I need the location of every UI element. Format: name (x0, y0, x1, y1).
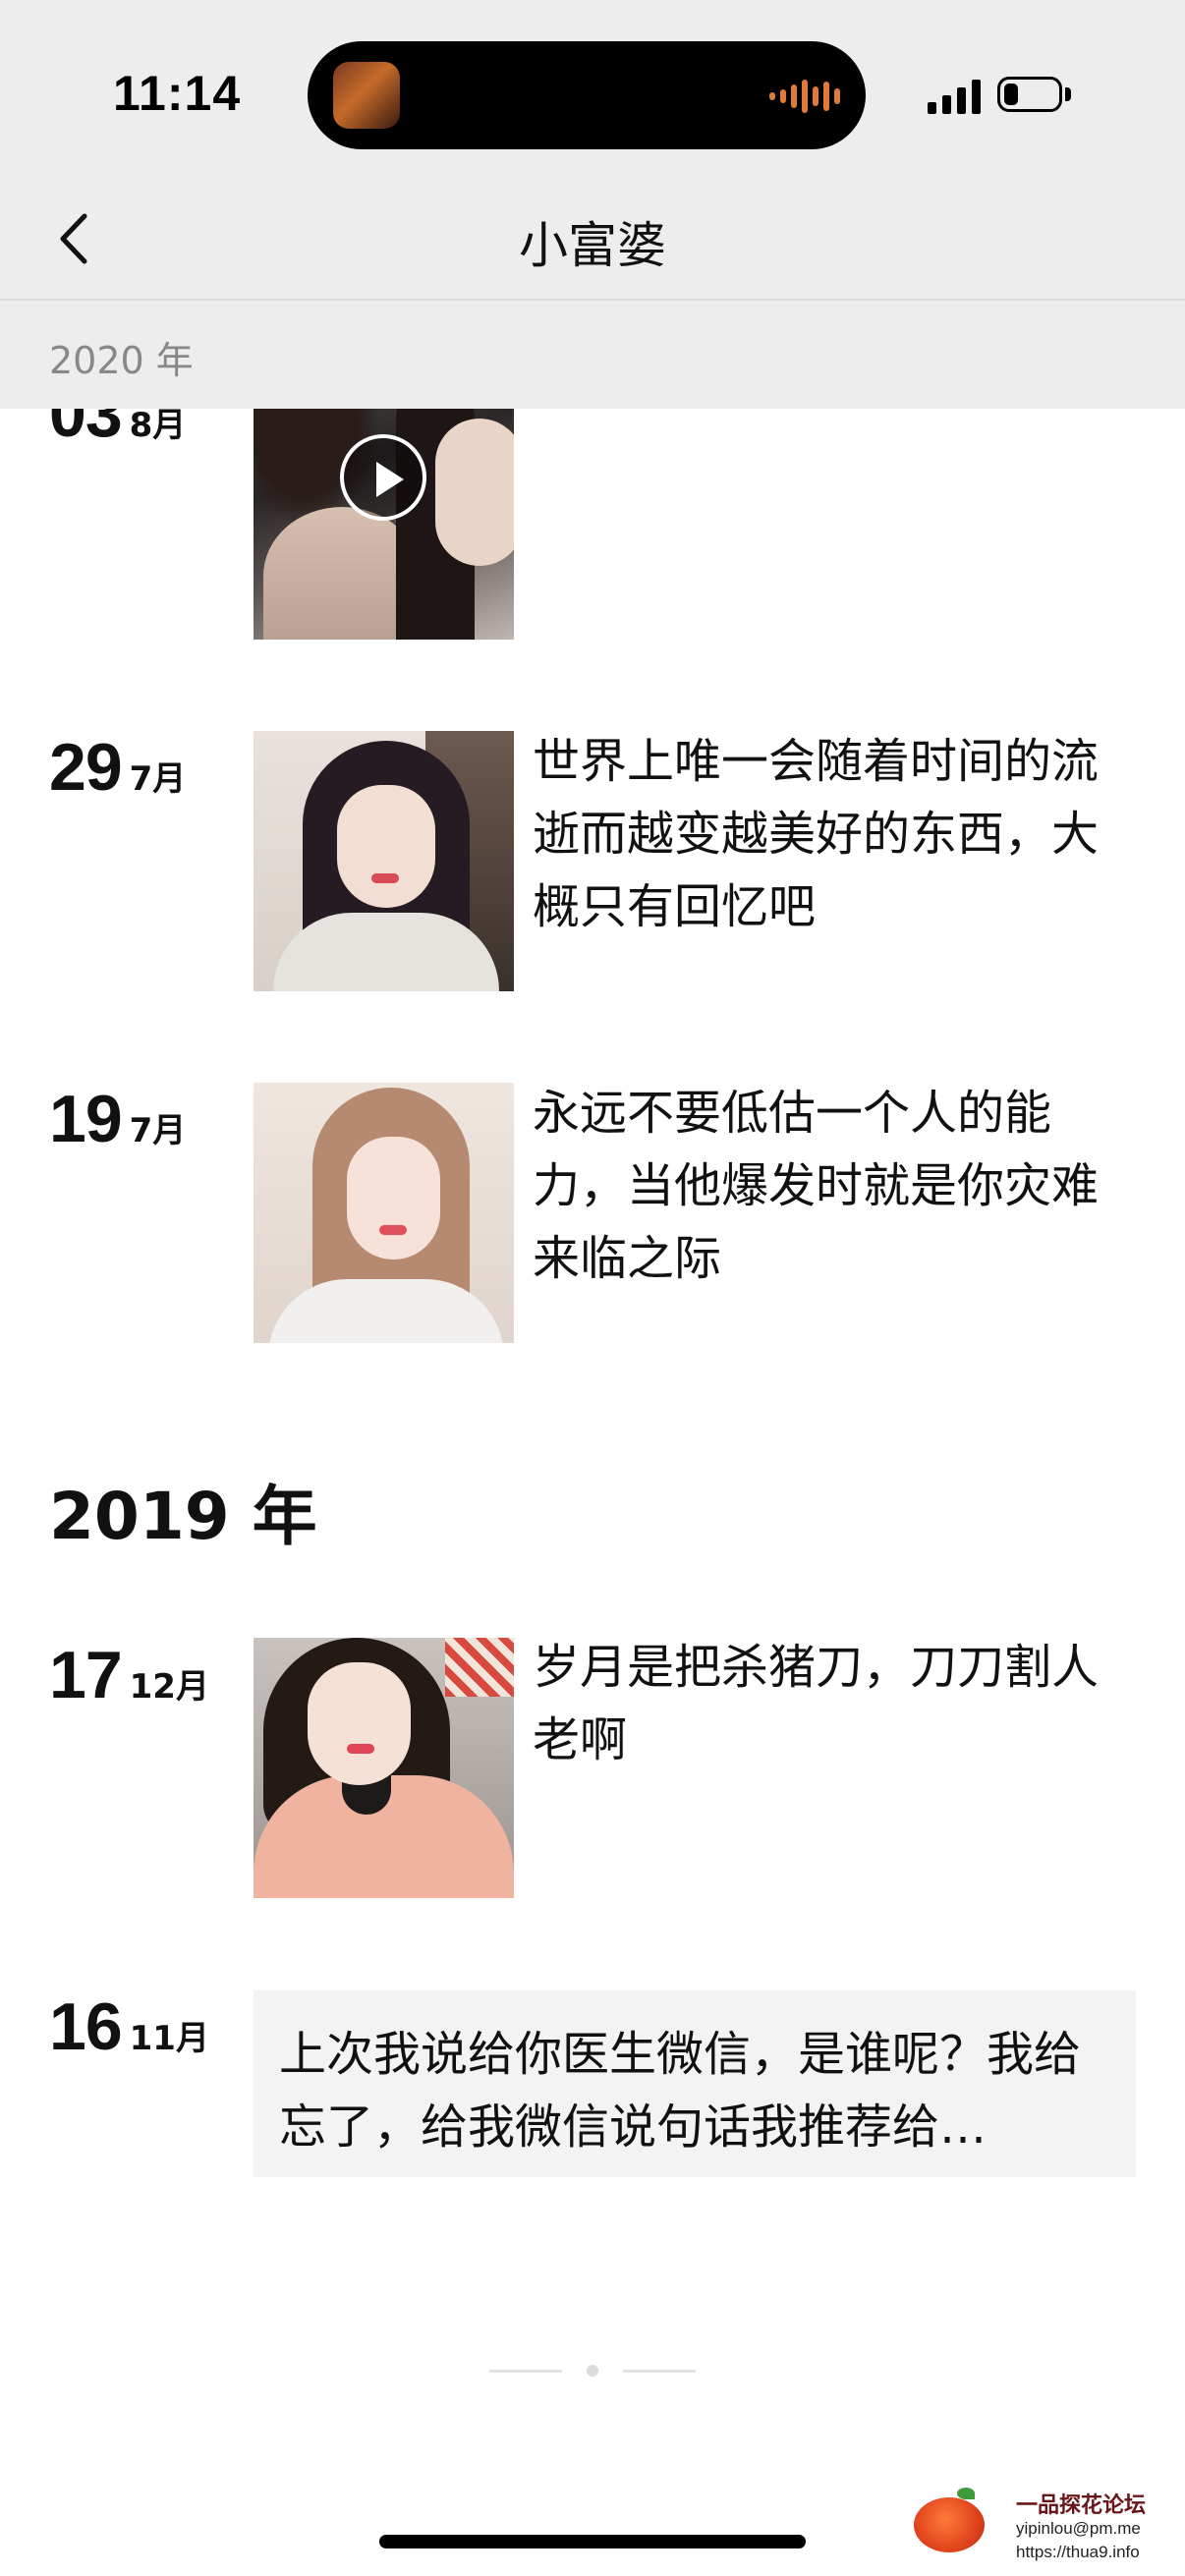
watermark-title: 一品探花论坛 (1016, 2493, 1147, 2518)
photo-detail (435, 419, 514, 566)
post-text[interactable]: 岁月是把杀猪刀，刀刀割人老啊 (533, 1631, 1102, 1776)
post-date: 29 7月 (49, 729, 186, 806)
divider (623, 2370, 696, 2373)
navigation-bar: 小富婆 (0, 177, 1185, 301)
photo-detail (308, 1662, 411, 1785)
post-photo[interactable] (254, 1638, 514, 1898)
photo-detail (445, 1638, 514, 1697)
now-playing-artwork (333, 62, 400, 129)
post-month: 7月 (129, 1111, 187, 1150)
status-time: 11:14 (113, 66, 242, 121)
cellular-signal-icon (928, 79, 981, 114)
post-day: 19 (49, 1082, 123, 1156)
battery-tip (1065, 87, 1071, 101)
photo-detail (337, 785, 435, 908)
year-header: 2019 年 (49, 1479, 317, 1554)
page-title: 小富婆 (519, 217, 666, 274)
home-indicator[interactable] (379, 2535, 806, 2548)
post-video-thumbnail[interactable] (254, 379, 514, 640)
post-date: 19 7月 (49, 1081, 186, 1157)
watermark: 一品探花论坛 yipinlou@pm.me https://thua9.info (914, 2484, 1169, 2566)
loading-indicator (489, 2364, 696, 2378)
play-icon[interactable] (340, 434, 426, 521)
post-text[interactable]: 世界上唯一会随着时间的流逝而越变越美好的东西，大概只有回忆吧 (533, 725, 1102, 943)
photo-detail (347, 1744, 374, 1754)
photo-detail (371, 873, 399, 883)
post-text: 上次我说给你医生微信，是谁呢？我给忘了，给我微信说句话我推荐给… (279, 2027, 1082, 2155)
sticky-year-label: 2020 年 (49, 339, 194, 382)
dynamic-island[interactable] (308, 41, 866, 149)
audio-waveform-icon (769, 77, 840, 116)
loading-dot-icon (587, 2365, 598, 2377)
watermark-logo-icon (914, 2488, 985, 2552)
status-bar: 11:14 (0, 0, 1185, 177)
battery-level (1004, 84, 1018, 105)
battery-icon (997, 77, 1062, 112)
post-date: 16 11月 (49, 1988, 209, 2065)
post-photo[interactable] (254, 1083, 514, 1343)
watermark-email: yipinlou@pm.me (1016, 2519, 1141, 2538)
post-text[interactable]: 永远不要低估一个人的能力，当他爆发时就是你灾难来临之际 (533, 1077, 1102, 1295)
post-text-card[interactable]: 上次我说给你医生微信，是谁呢？我给忘了，给我微信说句话我推荐给… (254, 1990, 1136, 2177)
watermark-url: https://thua9.info (1016, 2543, 1140, 2561)
post-month: 11月 (129, 2019, 209, 2058)
post-photo[interactable] (254, 731, 514, 991)
post-date: 17 12月 (49, 1637, 209, 1713)
photo-detail (347, 1137, 440, 1260)
post-month: 7月 (129, 759, 187, 799)
divider (489, 2370, 562, 2373)
sticky-year-header: 2020 年 (0, 301, 1185, 409)
photo-detail (379, 1225, 407, 1235)
post-day: 17 (49, 1638, 123, 1712)
post-day: 16 (49, 1989, 123, 2064)
post-month: 12月 (129, 1667, 209, 1707)
post-day: 29 (49, 730, 123, 805)
